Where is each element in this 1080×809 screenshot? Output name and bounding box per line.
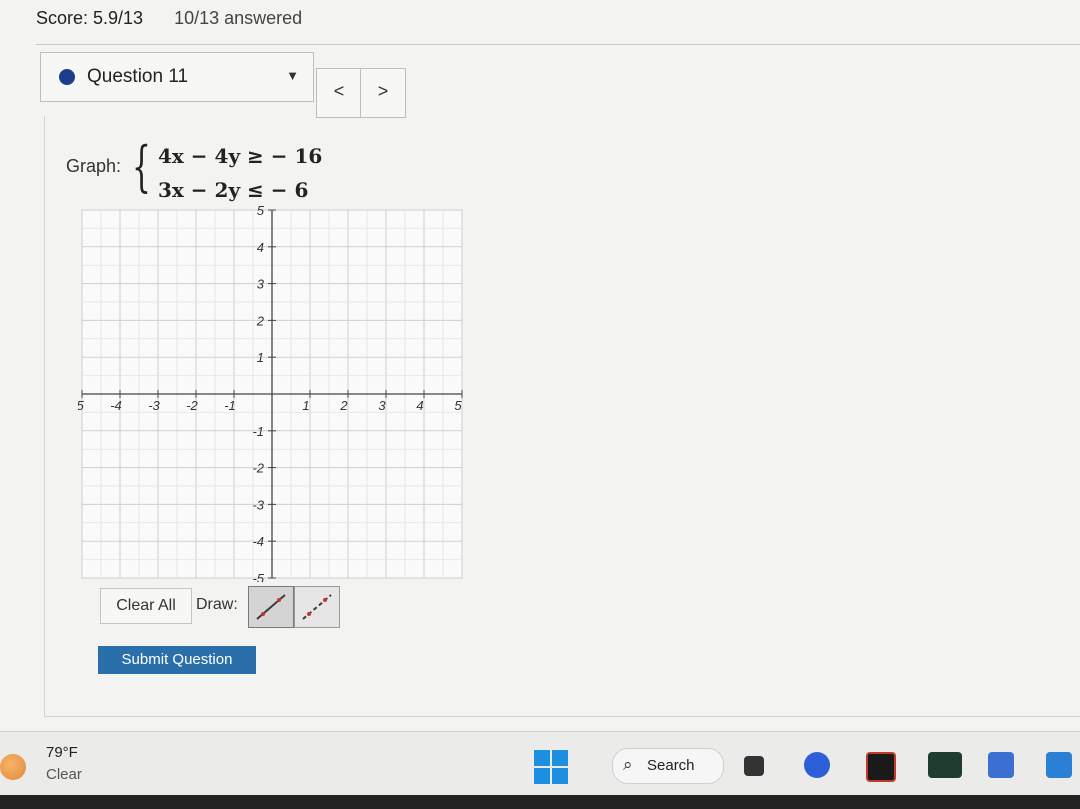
weather-condition[interactable]: Clear — [46, 766, 82, 783]
question-nav: Question 11 ▼ < > — [40, 52, 1080, 118]
panel-border-bottom — [44, 716, 1080, 717]
next-question-button[interactable]: > — [360, 68, 406, 118]
search-icon: ⌕ — [623, 755, 633, 774]
x-tick-label: -5 — [78, 398, 85, 413]
weather-icon[interactable] — [0, 754, 26, 780]
mail-icon[interactable] — [1046, 752, 1072, 778]
windows-start-icon[interactable] — [534, 750, 568, 784]
question-status-dot — [59, 69, 75, 85]
answered-count: 10/13 answered — [174, 8, 303, 28]
x-tick-label: 3 — [378, 398, 386, 413]
question-label: Question 11 — [87, 66, 189, 87]
weather-temperature[interactable]: 79°F — [46, 744, 78, 761]
taskbar: 79°F Clear ⌕ Search — [0, 731, 1080, 796]
score-header: Score: 5.9/13 10/13 answered — [36, 8, 302, 29]
y-tick-label: 2 — [256, 313, 265, 328]
draw-label: Draw: — [196, 596, 238, 613]
dashed-line-tool[interactable] — [294, 586, 340, 628]
graph-prompt: Graph: — [66, 156, 122, 176]
y-tick-label: 5 — [257, 206, 265, 218]
panel-border — [44, 116, 45, 716]
y-tick-label: 4 — [257, 240, 264, 255]
monitor-bezel — [0, 795, 1080, 809]
question-selector[interactable]: Question 11 ▼ — [40, 52, 314, 102]
netflix-icon[interactable] — [866, 752, 896, 782]
graph-canvas[interactable]: -5 -4 -3 -2 -1 1 2 3 4 5 5 4 3 2 1 -1 -2 -3 -4 -5 — [78, 206, 466, 582]
score-text: Score: 5.9/13 — [36, 8, 144, 28]
y-tick-label: -1 — [252, 424, 264, 439]
submit-question-button[interactable]: Submit Question — [98, 646, 256, 674]
solid-line-icon — [256, 594, 286, 620]
hulu-icon[interactable] — [928, 752, 962, 778]
inequality-1: 4x − 4y ≥ − 16 — [158, 144, 323, 168]
taskbar-search[interactable]: ⌕ Search — [612, 748, 724, 784]
header-divider — [36, 44, 1080, 45]
x-tick-label: -4 — [110, 398, 122, 413]
y-tick-label: 1 — [257, 350, 264, 365]
prev-question-button[interactable]: < — [316, 68, 362, 118]
task-view-icon[interactable] — [744, 756, 764, 776]
y-tick-label: 3 — [257, 277, 265, 292]
dashed-line-icon — [302, 594, 332, 620]
system-brace: { — [132, 135, 151, 198]
search-label: Search — [647, 757, 695, 774]
solid-line-tool[interactable] — [248, 586, 294, 628]
x-tick-label: 2 — [339, 398, 348, 413]
teams-chat-icon[interactable] — [804, 752, 830, 778]
y-tick-label: -2 — [252, 461, 264, 476]
y-tick-label: -3 — [252, 497, 264, 512]
clear-all-button[interactable]: Clear All — [100, 588, 192, 624]
store-icon[interactable] — [988, 752, 1014, 778]
y-tick-label: -5 — [252, 571, 264, 582]
x-tick-label: -2 — [186, 398, 198, 413]
x-tick-label: -1 — [224, 398, 236, 413]
x-tick-label: 4 — [416, 398, 423, 413]
y-tick-label: -4 — [252, 534, 264, 549]
chevron-down-icon: ▼ — [286, 68, 299, 83]
inequality-2: 3x − 2y ≤ − 6 — [158, 178, 309, 202]
x-tick-label: 5 — [454, 398, 462, 413]
x-tick-label: 1 — [302, 398, 309, 413]
x-tick-label: -3 — [148, 398, 160, 413]
